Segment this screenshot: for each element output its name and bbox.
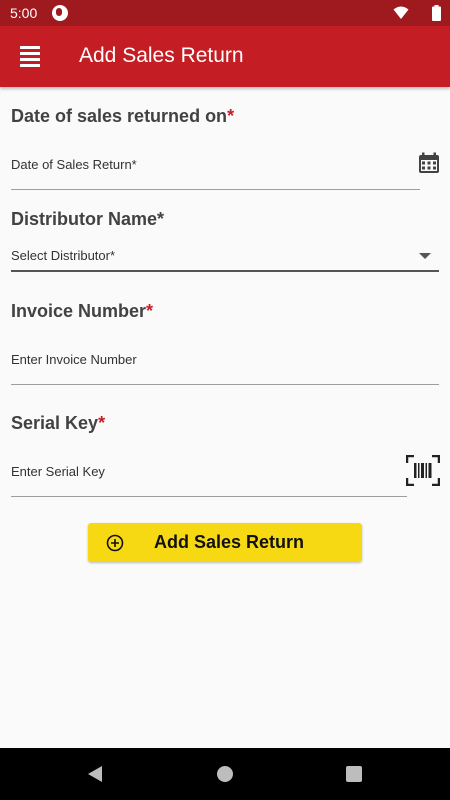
invoice-number-input[interactable]: Enter Invoice Number: [11, 352, 137, 367]
page-title: Add Sales Return: [79, 44, 244, 67]
serial-section-label: Serial Key*: [11, 413, 106, 433]
plus-circle-icon: [106, 534, 124, 552]
wifi-icon: [393, 6, 409, 19]
recent-apps-icon[interactable]: [346, 766, 362, 782]
barcode-scanner-icon[interactable]: [406, 455, 440, 486]
date-field-underline: [11, 189, 420, 190]
calendar-icon[interactable]: [418, 152, 440, 174]
invoice-section-label: Invoice Number*: [11, 301, 154, 321]
back-icon[interactable]: [86, 765, 104, 783]
distributor-select[interactable]: Select Distributor*: [11, 248, 115, 263]
dropdown-arrow-icon[interactable]: [419, 253, 431, 259]
invoice-field-underline: [11, 384, 439, 385]
system-nav-bar: [0, 748, 450, 800]
home-icon[interactable]: [217, 766, 233, 782]
hamburger-menu-icon[interactable]: [20, 46, 40, 68]
distributor-select-underline: [11, 270, 439, 272]
add-sales-return-button-label: Add Sales Return: [154, 532, 305, 552]
app-bar: Add Sales Return: [0, 26, 450, 87]
app-notification-icon: [52, 5, 68, 21]
required-mark: *: [146, 301, 154, 321]
required-mark: *: [227, 106, 235, 126]
distributor-section-label: Distributor Name*: [11, 209, 165, 229]
date-section-label: Date of sales returned on*: [11, 106, 235, 126]
battery-icon: [432, 5, 441, 21]
status-time: 5:00: [10, 5, 38, 21]
add-sales-return-button[interactable]: Add Sales Return: [88, 523, 362, 562]
serial-field-underline: [11, 496, 407, 497]
required-mark: *: [98, 413, 106, 433]
date-of-sales-return-field[interactable]: Date of Sales Return*: [11, 157, 137, 172]
serial-key-input[interactable]: Enter Serial Key: [11, 464, 105, 479]
status-bar: 5:00: [0, 0, 450, 26]
